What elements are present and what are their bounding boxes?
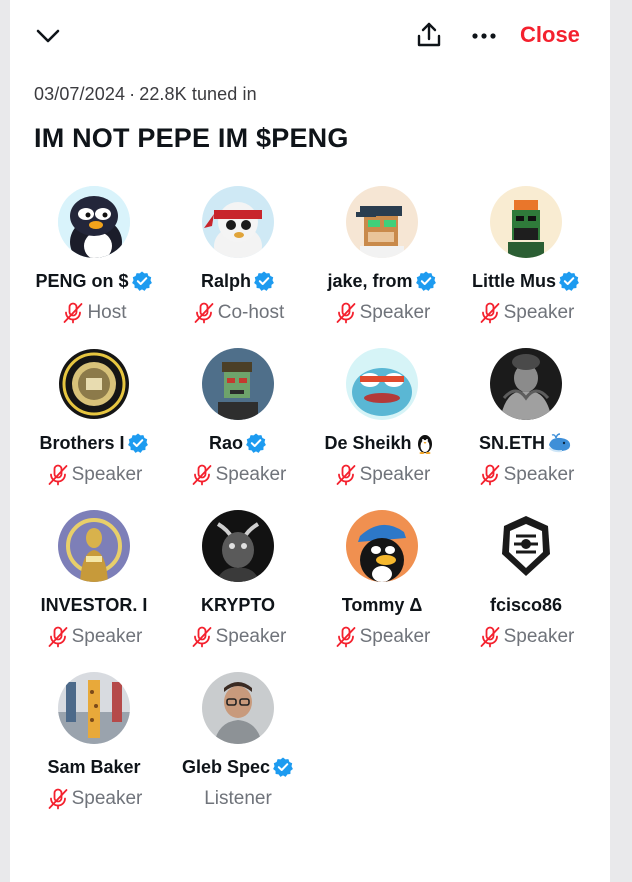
whale-icon: [547, 432, 573, 454]
participant-role: Speaker: [503, 626, 575, 647]
participant-name: SN.ETH: [478, 433, 545, 453]
verified-badge-icon: [272, 756, 294, 778]
muted-mic-icon: [478, 625, 502, 649]
participant[interactable]: Brothers I Speaker: [22, 348, 166, 510]
participant[interactable]: Sam Baker Speaker: [22, 672, 166, 834]
meta-separator: ·: [129, 84, 136, 104]
participant-role: Speaker: [503, 302, 575, 323]
participant-role: Speaker: [71, 626, 143, 647]
participant[interactable]: Little Mus Speaker: [454, 186, 598, 348]
participant-role: Speaker: [215, 464, 287, 485]
participant[interactable]: Gleb Spec Listener: [166, 672, 310, 834]
participant-role: Co-host: [217, 302, 285, 323]
muted-mic-icon: [190, 625, 214, 649]
muted-mic-icon: [61, 301, 85, 325]
avatar[interactable]: [202, 510, 274, 582]
tuned-in-count: 22.8K tuned in: [139, 84, 257, 104]
avatar[interactable]: [202, 186, 274, 258]
verified-badge-icon: [253, 270, 275, 292]
participant-name: Tommy Δ: [341, 595, 423, 615]
share-icon[interactable]: [412, 18, 446, 52]
penguin-icon: [414, 432, 440, 454]
participant-name: Rao: [208, 433, 243, 453]
avatar[interactable]: [58, 186, 130, 258]
participant-name: jake, from: [327, 271, 413, 291]
muted-mic-icon: [478, 301, 502, 325]
muted-mic-icon: [334, 301, 358, 325]
space-sheet: Close 03/07/2024 · 22.8K tuned in IM NOT P…: [10, 0, 610, 882]
space-date: 03/07/2024: [34, 84, 126, 104]
participant-name: INVESTOR. I: [40, 595, 148, 615]
participant-name: KRYPTO: [200, 595, 275, 615]
participant-role: Speaker: [359, 464, 431, 485]
avatar[interactable]: [490, 186, 562, 258]
participant[interactable]: KRYPTO Speaker: [166, 510, 310, 672]
avatar[interactable]: [346, 186, 418, 258]
muted-mic-icon: [46, 787, 70, 811]
muted-mic-icon: [46, 463, 70, 487]
participant-role: Speaker: [71, 464, 143, 485]
participant[interactable]: jake, from Speaker: [310, 186, 454, 348]
participant-role: Host: [87, 302, 127, 323]
participant-role: Speaker: [215, 626, 287, 647]
space-title: IM NOT PEPE IM $PENG: [34, 123, 349, 153]
participant-role: Speaker: [359, 626, 431, 647]
space-meta: 03/07/2024 · 22.8K tuned in: [34, 84, 257, 105]
muted-mic-icon: [478, 463, 502, 487]
muted-mic-icon: [334, 625, 358, 649]
participant-name: De Sheikh: [324, 433, 412, 453]
participant-name: Ralph: [200, 271, 251, 291]
top-bar: Close: [10, 0, 610, 70]
participant-name: Gleb Spec: [181, 757, 271, 777]
avatar[interactable]: [490, 510, 562, 582]
avatar[interactable]: [202, 672, 274, 744]
participant-name: Brothers I: [39, 433, 125, 453]
participant-name: Sam Baker: [47, 757, 141, 777]
avatar[interactable]: [58, 510, 130, 582]
participant[interactable]: SN.ETH Speaker: [454, 348, 598, 510]
muted-mic-icon: [46, 625, 70, 649]
muted-mic-icon: [192, 301, 216, 325]
participant[interactable]: Ralph Co-host: [166, 186, 310, 348]
participant[interactable]: PENG on $ Host: [22, 186, 166, 348]
participant-role: Speaker: [359, 302, 431, 323]
avatar[interactable]: [202, 348, 274, 420]
participant[interactable]: De Sheikh Speaker: [310, 348, 454, 510]
more-icon[interactable]: [467, 20, 501, 52]
participant[interactable]: fcisco86 Speaker: [454, 510, 598, 672]
verified-badge-icon: [131, 270, 153, 292]
participant-name: fcisco86: [489, 595, 563, 615]
verified-badge-icon: [127, 432, 149, 454]
verified-badge-icon: [415, 270, 437, 292]
participant-role: Listener: [204, 788, 272, 809]
participant-role: Speaker: [71, 788, 143, 809]
close-button[interactable]: Close: [520, 20, 580, 50]
participant[interactable]: Rao Speaker: [166, 348, 310, 510]
avatar[interactable]: [346, 510, 418, 582]
muted-mic-icon: [190, 463, 214, 487]
participant-name: Little Mus: [472, 271, 556, 291]
avatar[interactable]: [58, 672, 130, 744]
avatar[interactable]: [346, 348, 418, 420]
verified-badge-icon: [245, 432, 267, 454]
participant[interactable]: INVESTOR. I Speaker: [22, 510, 166, 672]
avatar[interactable]: [490, 348, 562, 420]
avatar[interactable]: [58, 348, 130, 420]
muted-mic-icon: [334, 463, 358, 487]
participant[interactable]: Tommy Δ Speaker: [310, 510, 454, 672]
participant-role: Speaker: [503, 464, 575, 485]
participant-name: PENG on $: [35, 271, 129, 291]
verified-badge-icon: [558, 270, 580, 292]
chevron-down-icon[interactable]: [32, 20, 64, 52]
